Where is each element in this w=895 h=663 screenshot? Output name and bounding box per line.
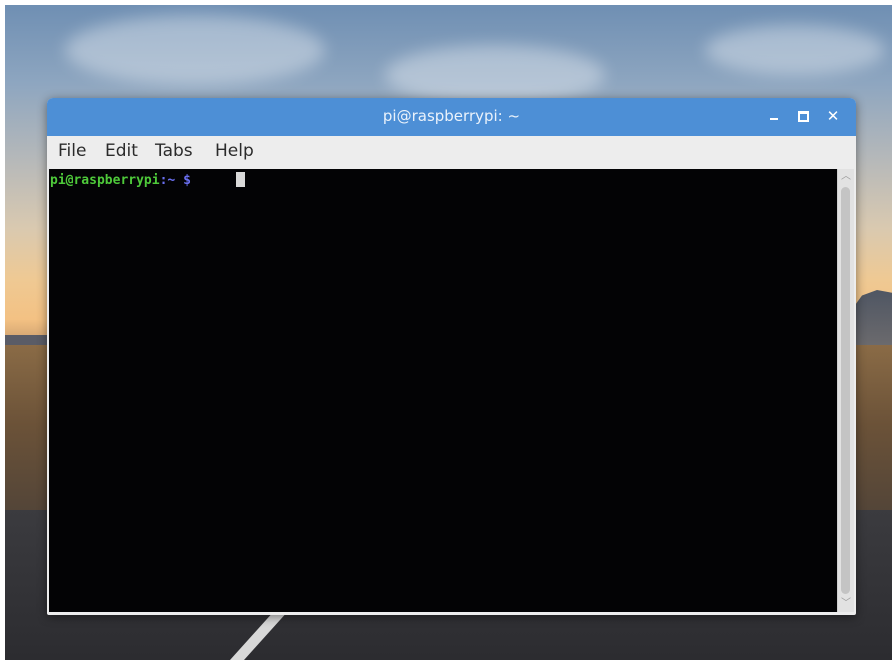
menu-edit[interactable]: Edit [105,141,138,161]
minimize-button[interactable] [764,106,784,126]
prompt-user-host: pi@raspberrypi [50,173,160,188]
window-title: pi@raspberrypi: ~ [382,107,521,125]
maximize-button[interactable] [793,106,813,126]
menu-tabs[interactable]: Tabs [155,141,193,161]
prompt-line: pi@raspberrypi:~ $ [50,173,191,188]
terminal-window[interactable]: pi@raspberrypi: ~ ✕ File Edit Tabs Help … [47,98,856,615]
chevron-down-icon[interactable]: ﹀ [840,598,852,610]
cloud [385,45,605,105]
close-icon: ✕ [826,107,840,125]
minimize-icon [770,118,778,120]
cloud [705,25,885,75]
menu-bar: File Edit Tabs Help [47,136,856,168]
chevron-up-icon[interactable]: ︿ [840,171,852,183]
close-button[interactable]: ✕ [823,106,843,126]
menu-file[interactable]: File [58,141,86,161]
window-titlebar[interactable]: pi@raspberrypi: ~ ✕ [47,98,856,136]
maximize-icon [797,110,809,122]
prompt-directory: ~ [167,173,176,188]
text-cursor [236,172,245,187]
terminal-area[interactable]: pi@raspberrypi:~ $ [49,169,837,612]
vertical-scrollbar[interactable]: ︿ ﹀ [837,169,854,612]
menu-help[interactable]: Help [215,141,254,161]
cloud [65,15,325,85]
scrollbar-thumb[interactable] [841,187,850,594]
prompt-symbol: $ [183,173,191,188]
